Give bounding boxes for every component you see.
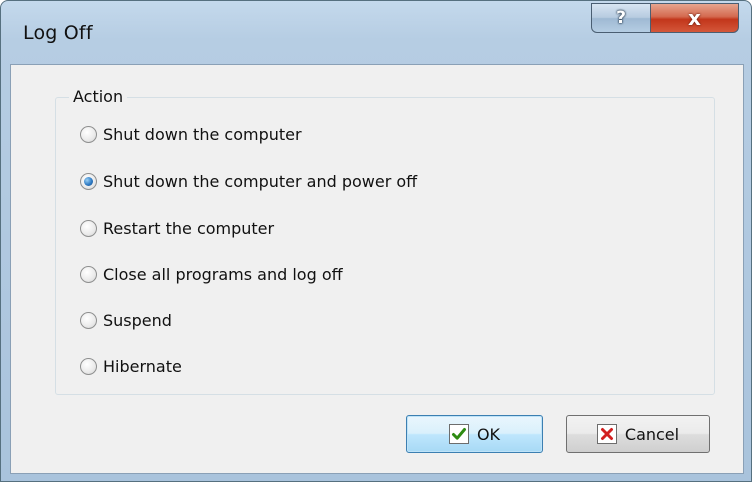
green-checkmark-icon — [448, 424, 469, 444]
radio-label: Restart the computer — [103, 219, 275, 238]
dialog-body: Action Shut down the computer Shut down … — [10, 64, 744, 474]
radio-close-programs-log-off[interactable]: Close all programs and log off — [80, 265, 343, 284]
radio-button[interactable] — [80, 312, 97, 329]
radio-restart[interactable]: Restart the computer — [80, 219, 274, 238]
radio-shut-down-power-off[interactable]: Shut down the computer and power off — [80, 172, 417, 191]
window-title: Log Off — [23, 22, 93, 44]
cancel-button[interactable]: Cancel — [566, 415, 710, 453]
red-x-icon — [596, 424, 617, 444]
radio-label: Suspend — [103, 311, 172, 330]
ok-button[interactable]: OK — [406, 415, 543, 453]
help-button[interactable]: ? — [591, 3, 651, 33]
title-bar[interactable]: Log Off ? x — [1, 1, 751, 61]
radio-shut-down[interactable]: Shut down the computer — [80, 125, 302, 144]
radio-button[interactable] — [80, 266, 97, 283]
action-groupbox: Action Shut down the computer Shut down … — [55, 87, 715, 395]
radio-suspend[interactable]: Suspend — [80, 311, 172, 330]
radio-label: Close all programs and log off — [103, 265, 343, 284]
radio-button[interactable] — [80, 220, 97, 237]
radio-button[interactable] — [80, 358, 97, 375]
radio-label: Shut down the computer — [103, 125, 302, 144]
ok-label: OK — [476, 424, 501, 444]
close-button[interactable]: x — [651, 3, 739, 33]
help-icon: ? — [616, 8, 626, 28]
close-icon: x — [688, 6, 701, 30]
radio-label: Shut down the computer and power off — [103, 172, 418, 191]
caption-buttons: ? x — [591, 3, 739, 33]
action-group-label: Action — [69, 87, 128, 106]
cancel-label: Cancel — [624, 424, 680, 444]
log-off-dialog: Log Off ? x Action Shut down the compute… — [0, 0, 752, 482]
radio-label: Hibernate — [103, 357, 182, 376]
radio-hibernate[interactable]: Hibernate — [80, 357, 182, 376]
radio-button[interactable] — [80, 126, 97, 143]
radio-button-selected[interactable] — [80, 173, 97, 190]
